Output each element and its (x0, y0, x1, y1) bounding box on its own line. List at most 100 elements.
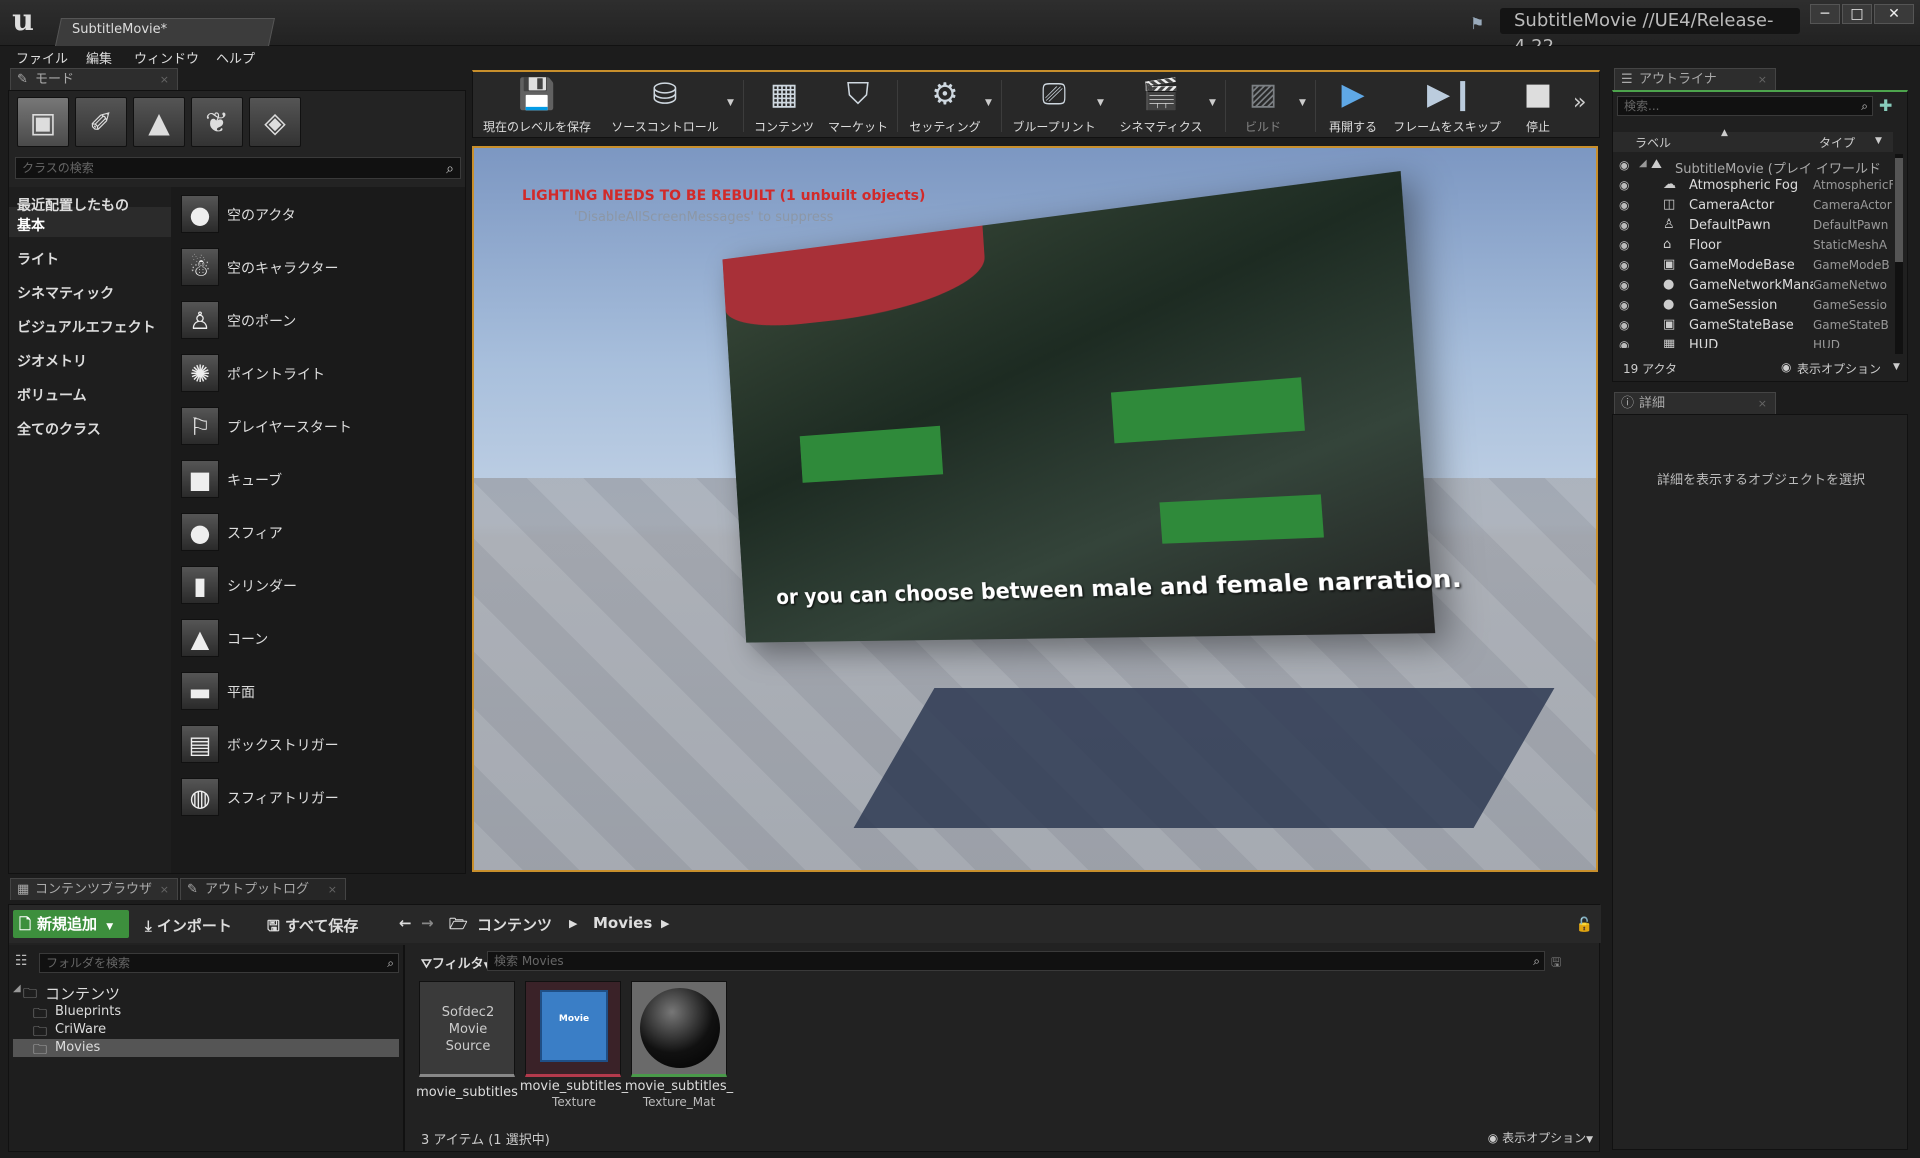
asset-tile-material[interactable] (631, 981, 727, 1077)
close-tab-icon[interactable]: × (160, 879, 169, 900)
cinematics-dropdown-icon[interactable]: ▼ (1209, 98, 1216, 108)
actor-item[interactable]: ▬ 平面 (171, 664, 465, 716)
actor-item[interactable]: ✺ ポイントライト (171, 346, 465, 398)
chevron-down-icon[interactable]: ▼ (1893, 362, 1900, 372)
marketplace-button[interactable]: ⛉ マーケット (823, 74, 893, 138)
actor-item[interactable]: ♙ 空のポーン (171, 293, 465, 345)
resume-button[interactable]: ▶ 再開する (1321, 74, 1385, 138)
outliner-view-options[interactable]: 表示オプション (1797, 360, 1881, 377)
lock-icon[interactable]: 🔓 (1576, 917, 1593, 933)
outliner-row[interactable]: ◉ ⌂ Floor StaticMeshA (1613, 236, 1893, 256)
stop-button[interactable]: ■ 停止 (1511, 74, 1565, 138)
eye-icon[interactable]: ◉ (1619, 278, 1629, 292)
minimize-button[interactable]: ─ (1810, 4, 1840, 24)
chevron-down-icon[interactable]: ▼ (1875, 136, 1882, 146)
class-search-input[interactable]: クラスの検索 ⌕ (15, 157, 461, 179)
outliner-row[interactable]: ◉ ▣ GameModeBase GameModeB (1613, 256, 1893, 276)
modes-tab[interactable]: ✎ モード × (10, 68, 178, 90)
breadcrumb-separator-icon[interactable]: ▶ (569, 917, 577, 930)
actor-item[interactable]: ⚐ プレイヤースタート (171, 399, 465, 451)
asset-search-input[interactable]: 検索 Movies ⌕ (487, 951, 1545, 971)
source-control-dropdown-icon[interactable]: ▼ (727, 98, 734, 108)
breadcrumb-content[interactable]: コンテンツ (477, 914, 552, 935)
toolbar-overflow-icon[interactable]: » (1573, 90, 1586, 115)
menu-help[interactable]: ヘルプ (216, 48, 255, 67)
add-new-button[interactable]: 🗋 新規追加 ▼ (13, 910, 129, 938)
breadcrumb-movies[interactable]: Movies (593, 914, 652, 932)
outliner-row[interactable]: ◉ ● GameNetworkManagerGameNetwo (1613, 276, 1893, 296)
paint-mode-button[interactable]: ✐ (75, 97, 127, 147)
eye-icon[interactable]: ◉ (1619, 218, 1629, 232)
close-button[interactable]: ✕ (1874, 4, 1914, 24)
save-level-button[interactable]: 💾 現在のレベルを保存 (477, 74, 597, 138)
search-icon[interactable]: ⌕ (1533, 952, 1540, 970)
folder-item-movies[interactable]: 🗀 Movies (13, 1039, 399, 1058)
category-visual-effects[interactable]: ビジュアルエフェクト (17, 317, 156, 337)
outliner-search-input[interactable]: 検索... ⌕ (1617, 96, 1873, 116)
outliner-row[interactable]: ◉ ♙ DefaultPawn DefaultPawn (1613, 216, 1893, 236)
close-tab-icon[interactable]: × (1758, 393, 1767, 414)
output-log-tab[interactable]: ✎ アウトプットログ × (180, 878, 346, 900)
settings-dropdown-icon[interactable]: ▼ (985, 98, 992, 108)
category-recent[interactable]: 最近配置したもの (17, 195, 129, 215)
outliner-world-row[interactable]: ◉ ◢ ⛰ SubtitleMovie (プレイ イワールド (1613, 156, 1893, 177)
actor-item[interactable]: ◍ スフィアトリガー (171, 770, 465, 822)
blueprints-button[interactable]: ⎚ ブループリント (1007, 74, 1101, 138)
search-icon[interactable]: ⌕ (446, 159, 454, 179)
category-basic[interactable]: 基本 (17, 215, 45, 235)
folder-item-criware[interactable]: 🗀 CriWare (9, 1021, 405, 1040)
col-label[interactable]: ラベル (1635, 134, 1671, 151)
details-tab[interactable]: ⓘ 詳細 × (1614, 392, 1776, 414)
menu-window[interactable]: ウィンドウ (134, 48, 199, 67)
category-cinematic[interactable]: シネマティック (17, 283, 114, 303)
outliner-scroll-thumb[interactable] (1895, 158, 1903, 262)
actor-item[interactable]: ● 空のアクタ (171, 187, 465, 239)
actor-item[interactable]: ■ キューブ (171, 452, 465, 504)
asset-tile-movie-source[interactable]: Sofdec2 Movie Source (419, 981, 515, 1077)
build-dropdown-icon[interactable]: ▼ (1299, 98, 1306, 108)
outliner-row[interactable]: ◉ ▣ GameStateBase GameStateB (1613, 316, 1893, 336)
eye-icon[interactable]: ◉ (1619, 158, 1629, 172)
content-browser-tab[interactable]: ▦ コンテンツブラウザ × (10, 878, 178, 900)
place-mode-button[interactable]: ▣ (17, 97, 69, 147)
add-filter-icon[interactable]: ✚ (1879, 96, 1892, 115)
actor-item[interactable]: ▤ ボックストリガー (171, 717, 465, 769)
eye-icon[interactable]: ◉ (1619, 318, 1629, 332)
close-tab-icon[interactable]: × (1758, 69, 1767, 90)
save-search-icon[interactable]: 🖫 (1551, 953, 1561, 974)
level-viewport[interactable]: or you can choose between male and femal… (472, 146, 1598, 872)
filter-button[interactable]: ⛛フィルタ▼ (421, 953, 491, 972)
folder-search-input[interactable]: フォルダを検索 ⌕ (39, 953, 399, 973)
eye-icon[interactable]: ◉ (1619, 238, 1629, 252)
build-button[interactable]: ▨ ビルド (1233, 74, 1293, 138)
geometry-mode-button[interactable]: ◈ (249, 97, 301, 147)
source-control-flag-icon[interactable]: ⚑ (1470, 14, 1484, 33)
actor-item[interactable]: ● スフィア (171, 505, 465, 557)
eye-icon[interactable]: ◉ (1619, 178, 1629, 192)
expand-arrow-icon[interactable]: ◢ (13, 983, 21, 994)
category-lights[interactable]: ライト (17, 249, 59, 269)
back-arrow-icon[interactable]: ← (399, 914, 412, 932)
forward-arrow-icon[interactable]: → (421, 914, 434, 932)
import-button[interactable]: ⤓ インポート (145, 915, 232, 936)
actor-item[interactable]: ▲ コーン (171, 611, 465, 663)
settings-button[interactable]: ⚙ セッティング (903, 74, 987, 138)
col-type[interactable]: タイプ (1819, 134, 1855, 151)
outliner-row[interactable]: ◉ ☁ Atmospheric Fog AtmosphericF (1613, 176, 1893, 196)
source-control-button[interactable]: ⛁ ソースコントロール (601, 74, 729, 138)
maximize-button[interactable]: □ (1842, 4, 1872, 24)
outliner-row[interactable]: ◉ ▦ HUD HUD (1613, 336, 1893, 348)
actor-item[interactable]: ☃ 空のキャラクター (171, 240, 465, 292)
content-button[interactable]: ▦ コンテンツ (749, 74, 819, 138)
save-all-button[interactable]: 🖫 すべて保存 (267, 915, 358, 941)
search-icon[interactable]: ⌕ (387, 954, 394, 972)
close-tab-icon[interactable]: × (160, 69, 169, 90)
outliner-row[interactable]: ◉ ● GameSession GameSessio (1613, 296, 1893, 316)
menu-edit[interactable]: 編集 (86, 48, 112, 67)
eye-icon[interactable]: ◉ (1619, 258, 1629, 272)
cinematics-button[interactable]: 🎬 シネマティクス (1113, 74, 1209, 138)
foliage-mode-button[interactable]: ❦ (191, 97, 243, 147)
close-tab-icon[interactable]: × (328, 879, 337, 900)
search-icon[interactable]: ⌕ (1861, 97, 1868, 115)
actor-item[interactable]: ▮ シリンダー (171, 558, 465, 610)
